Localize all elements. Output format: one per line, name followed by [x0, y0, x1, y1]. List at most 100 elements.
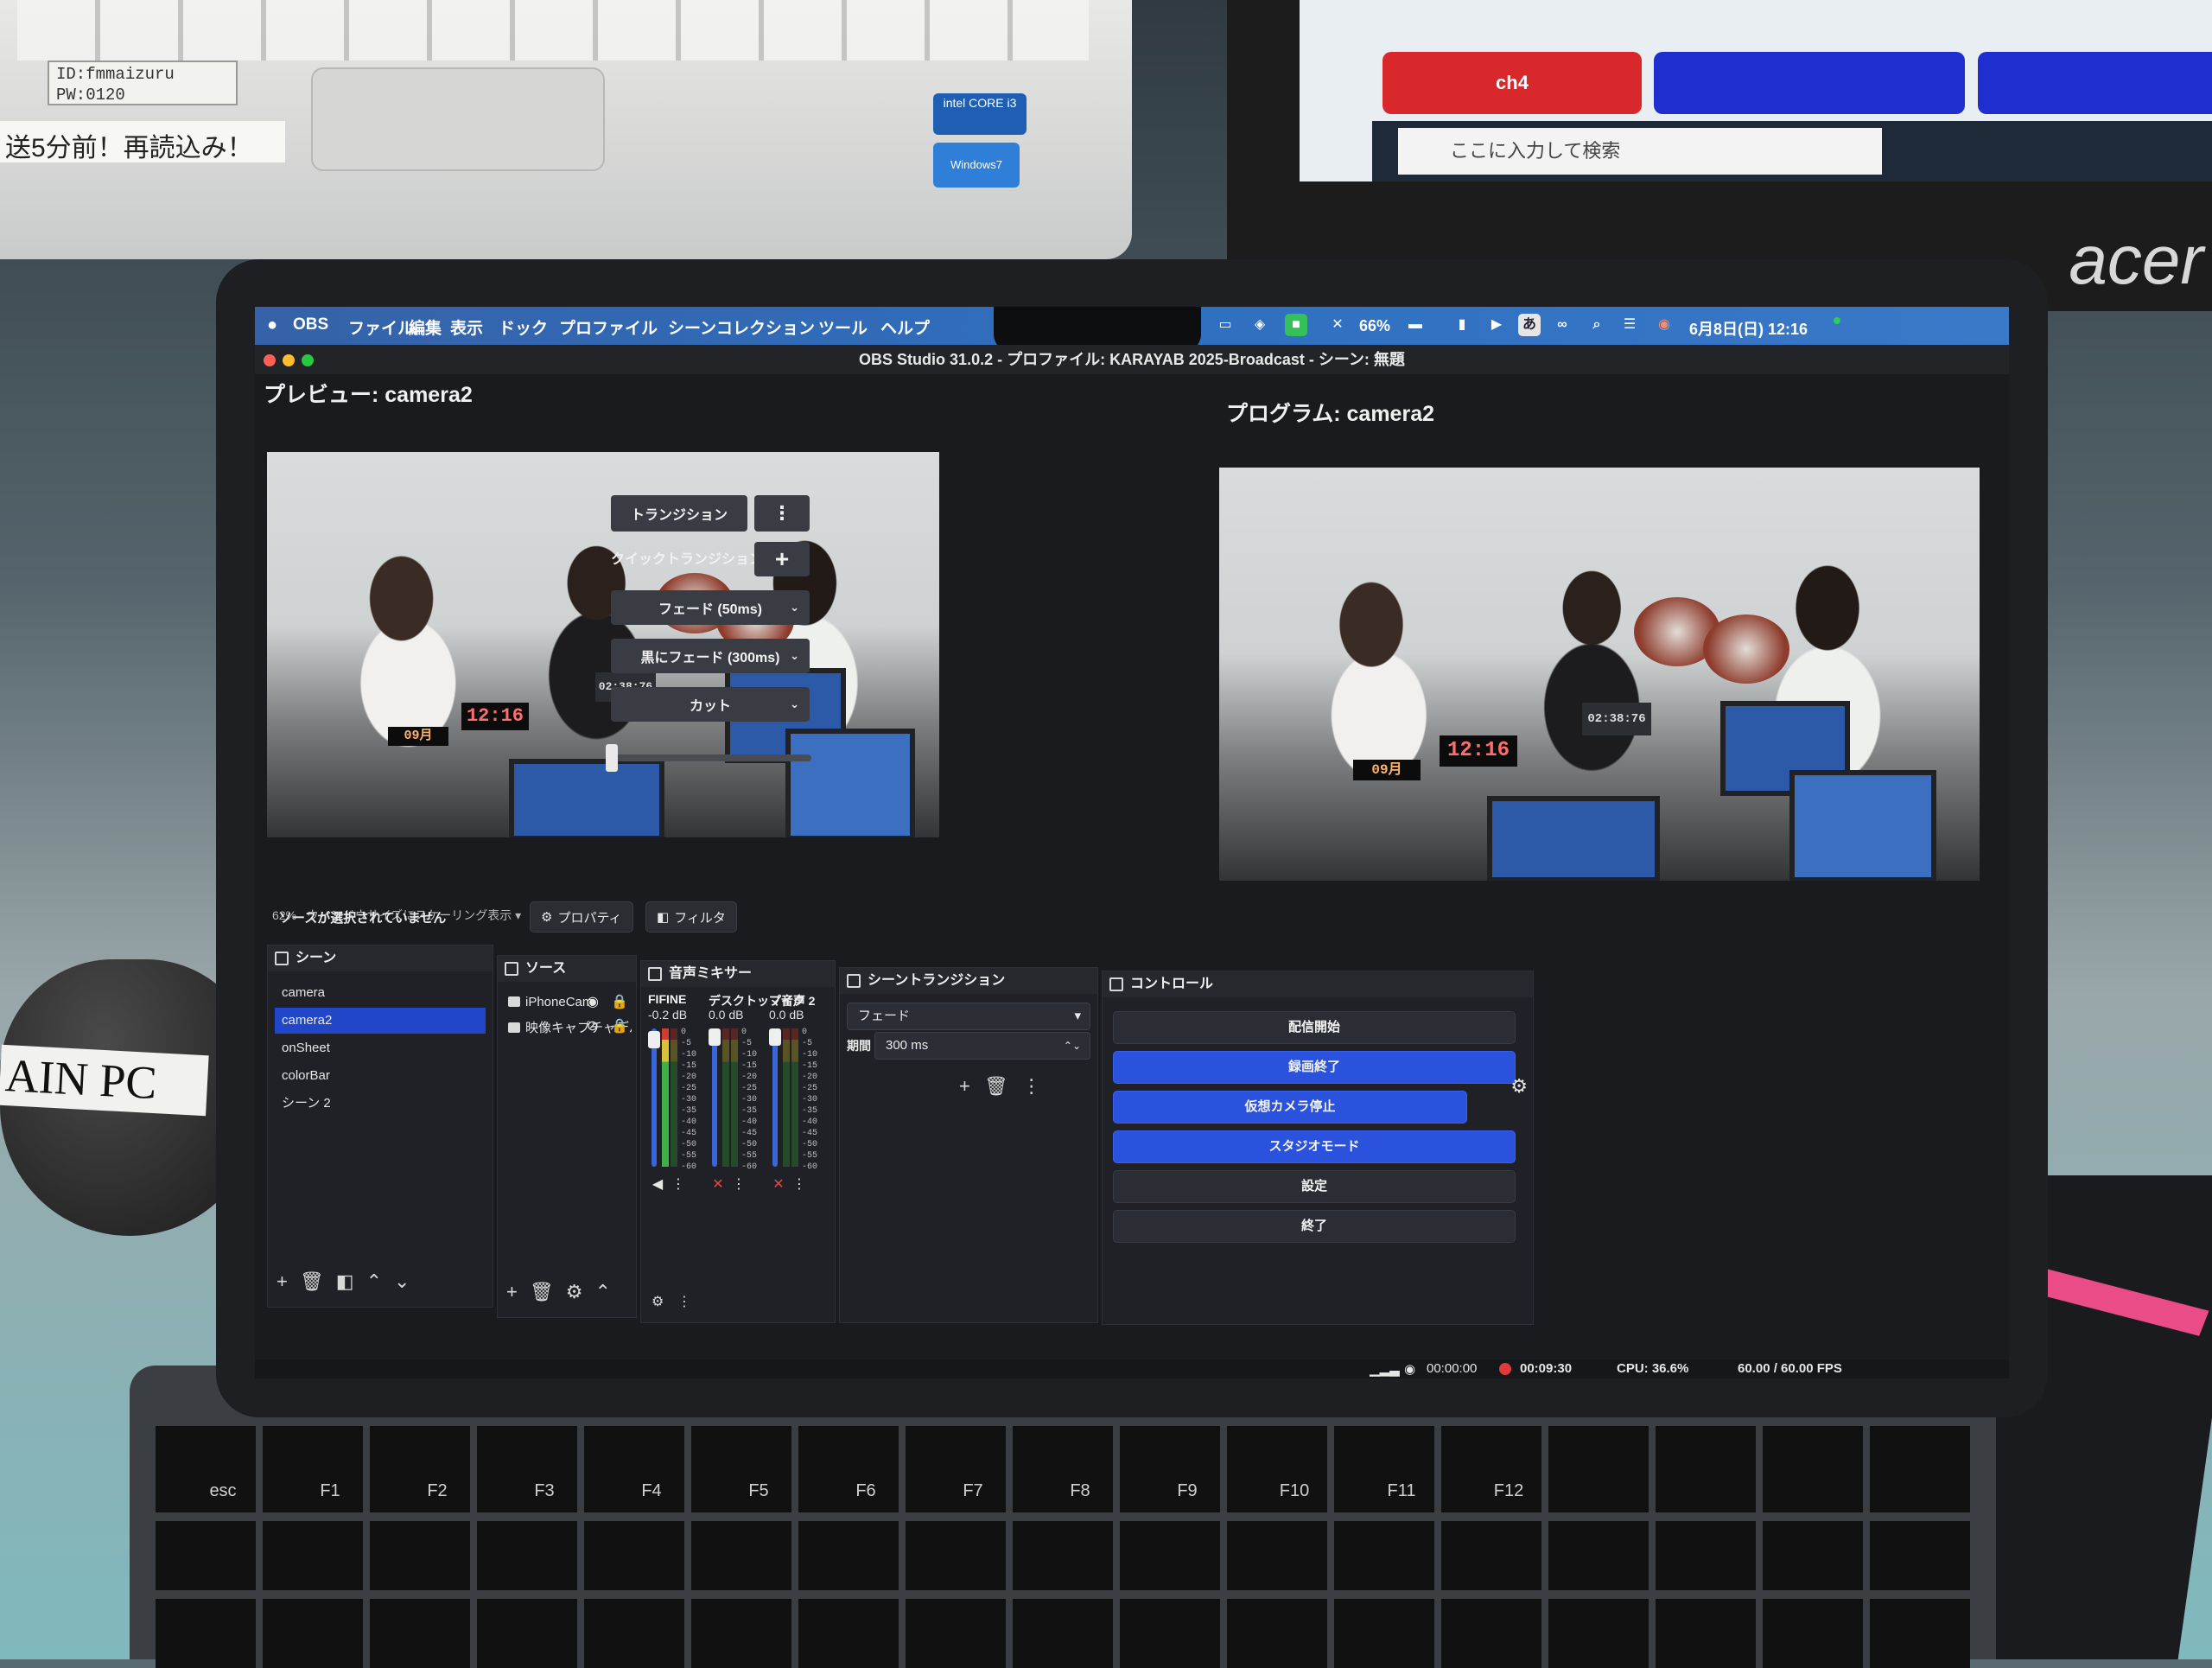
more-icon[interactable]: ⋮	[729, 1175, 748, 1194]
properties-button[interactable]: ⚙ プロパティ	[530, 901, 633, 933]
zoom-window-icon[interactable]	[302, 354, 314, 366]
visibility-eye-icon[interactable]: ◉	[587, 993, 599, 1010]
virtual-camera-settings-gear-icon[interactable]: ⚙	[1510, 1075, 1528, 1098]
scene-item[interactable]: colorBar	[275, 1063, 486, 1089]
filter-icon[interactable]: ◧	[336, 1270, 354, 1293]
dock-icon[interactable]: ▮	[1451, 314, 1473, 336]
volume-fader-knob[interactable]	[709, 1028, 721, 1046]
quick-transition-fade[interactable]: フェード (50ms) ⌄	[611, 590, 810, 625]
volume-fader[interactable]	[772, 1028, 778, 1167]
gear-icon[interactable]: ⚙	[566, 1281, 583, 1303]
chevron-up-icon[interactable]: ⌃	[595, 1281, 611, 1303]
screen-share-icon[interactable]: ▭	[1214, 314, 1236, 336]
battery-icon[interactable]: ▬	[1404, 314, 1427, 336]
trash-icon[interactable]: 🗑	[530, 1281, 554, 1303]
scene-item[interactable]: camera2	[275, 1008, 486, 1034]
menu-edit[interactable]: 編集	[409, 315, 442, 339]
menu-file[interactable]: ファイル	[348, 315, 414, 339]
background-touchpad	[311, 67, 605, 171]
more-icon[interactable]: ⋮	[677, 1293, 691, 1310]
more-icon[interactable]: ⋮	[669, 1175, 688, 1194]
visibility-hidden-icon[interactable]: ⊘	[587, 1017, 598, 1035]
minimize-window-icon[interactable]	[283, 354, 295, 366]
filters-label: フィルタ	[674, 910, 726, 926]
menu-tools[interactable]: ツール	[818, 315, 868, 339]
scene-transitions-header: シーントランジション	[840, 968, 1097, 994]
gear-icon[interactable]: ⚙	[652, 1293, 664, 1310]
volume-fader-knob[interactable]	[648, 1031, 660, 1048]
menu-dock[interactable]: ドック	[499, 315, 548, 339]
menubar-clock[interactable]: 6月8日(日) 12:16	[1689, 317, 1808, 340]
add-icon[interactable]: +	[506, 1281, 518, 1303]
more-icon[interactable]: ⋮	[790, 1175, 809, 1194]
control-button[interactable]: 設定	[1113, 1170, 1516, 1203]
muted-speaker-icon[interactable]: ✕	[709, 1175, 728, 1194]
duration-value: 300 ms	[886, 1038, 929, 1053]
scene-item[interactable]: camera	[275, 980, 486, 1006]
volume-fader[interactable]	[712, 1028, 717, 1167]
menu-app[interactable]: OBS	[293, 315, 328, 334]
volume-fader-knob[interactable]	[769, 1028, 781, 1046]
menu-view[interactable]: 表示	[450, 315, 483, 339]
quick-transition-cut[interactable]: カット ⌄	[611, 687, 810, 722]
key-f3: F3	[534, 1481, 555, 1500]
transition-button[interactable]: トランジション	[611, 495, 747, 532]
transition-type-select[interactable]: フェード ▾	[847, 1003, 1090, 1030]
source-status: ソースが選択されていません	[279, 911, 447, 926]
key-f2: F2	[427, 1481, 448, 1500]
trash-icon[interactable]: 🗑	[984, 1075, 1008, 1098]
level-meter	[662, 1028, 669, 1167]
control-button[interactable]: 仮想カメラ停止	[1113, 1091, 1467, 1124]
mute-speaker-icon[interactable]: ✕	[1326, 314, 1349, 336]
link-icon[interactable]: ∞	[1551, 314, 1573, 336]
volume-fader[interactable]	[652, 1028, 657, 1167]
search-icon[interactable]: ⌕	[1586, 314, 1608, 336]
control-button[interactable]: 終了	[1113, 1210, 1516, 1243]
scene-transitions-title: シーントランジション	[868, 973, 1006, 988]
lock-icon[interactable]: 🔒	[611, 993, 628, 1010]
channel-volume: 0.0 dB	[769, 1008, 804, 1022]
more-icon[interactable]: ⋮	[1022, 1075, 1041, 1098]
chevron-down-icon[interactable]: ⌄	[394, 1270, 410, 1293]
t-bar-track[interactable]	[607, 754, 811, 761]
transition-more-icon[interactable]: ⋮	[754, 495, 810, 532]
menu-help[interactable]: ヘルプ	[880, 315, 930, 339]
play-icon[interactable]: ▶	[1485, 314, 1508, 336]
tablet-timer-program: 02:38:76	[1582, 703, 1651, 735]
macos-menubar: ● OBS ファイル 編集 表示 ドック プロファイル シーンコレクション ツー…	[255, 307, 2009, 352]
cpu-usage: CPU: 36.6%	[1617, 1361, 1689, 1376]
input-method-icon[interactable]: あ	[1518, 314, 1541, 336]
control-button[interactable]: 録画終了	[1113, 1051, 1516, 1084]
trash-icon[interactable]: 🗑	[300, 1270, 324, 1293]
controls-dock: コントロール 配信開始 録画終了 仮想カメラ停止 スタジオモード 設定 終了 ⚙	[1102, 971, 1534, 1325]
menu-profile[interactable]: プロファイル	[559, 315, 658, 339]
chevron-up-icon[interactable]: ⌃	[366, 1270, 382, 1293]
window-title: OBS Studio 31.0.2 - プロファイル: KARAYAB 2025…	[859, 351, 1405, 368]
lock-icon[interactable]: 🔒	[611, 1017, 628, 1035]
stepper-icon[interactable]: ⌃⌄	[1064, 1033, 1081, 1059]
quick-transition-fade-black[interactable]: 黒にフェード (300ms) ⌄	[611, 639, 810, 673]
duration-field[interactable]: 300 ms ⌃⌄	[874, 1032, 1090, 1060]
menu-scene-collection[interactable]: シーンコレクション	[668, 315, 815, 339]
add-icon[interactable]: +	[959, 1075, 970, 1098]
muted-speaker-icon[interactable]: ✕	[769, 1175, 788, 1194]
key-f4: F4	[641, 1481, 662, 1500]
control-center-icon[interactable]: ☰	[1618, 314, 1641, 336]
add-icon[interactable]: +	[276, 1270, 288, 1293]
scene-item[interactable]: シーン 2	[275, 1091, 486, 1117]
control-button[interactable]: 配信開始	[1113, 1011, 1516, 1044]
user-icon[interactable]: ◉	[1653, 314, 1675, 336]
control-button[interactable]: スタジオモード	[1113, 1130, 1516, 1163]
level-meter	[671, 1028, 677, 1167]
add-quick-transition-icon[interactable]: +	[754, 542, 810, 576]
t-bar-handle[interactable]	[606, 744, 618, 772]
layers-icon[interactable]: ◈	[1249, 314, 1271, 336]
facetime-camera-icon[interactable]: ■	[1285, 314, 1307, 336]
preview-canvas[interactable]: 12:16 09月 02:38:76	[267, 452, 939, 837]
close-window-icon[interactable]	[264, 354, 276, 366]
filters-button[interactable]: ◧ フィルタ	[645, 901, 737, 933]
apple-icon[interactable]: ●	[267, 315, 277, 335]
stream-time: 00:00:00	[1427, 1361, 1478, 1376]
speaker-icon[interactable]: ◀	[648, 1175, 667, 1194]
scene-item[interactable]: onSheet	[275, 1035, 486, 1061]
